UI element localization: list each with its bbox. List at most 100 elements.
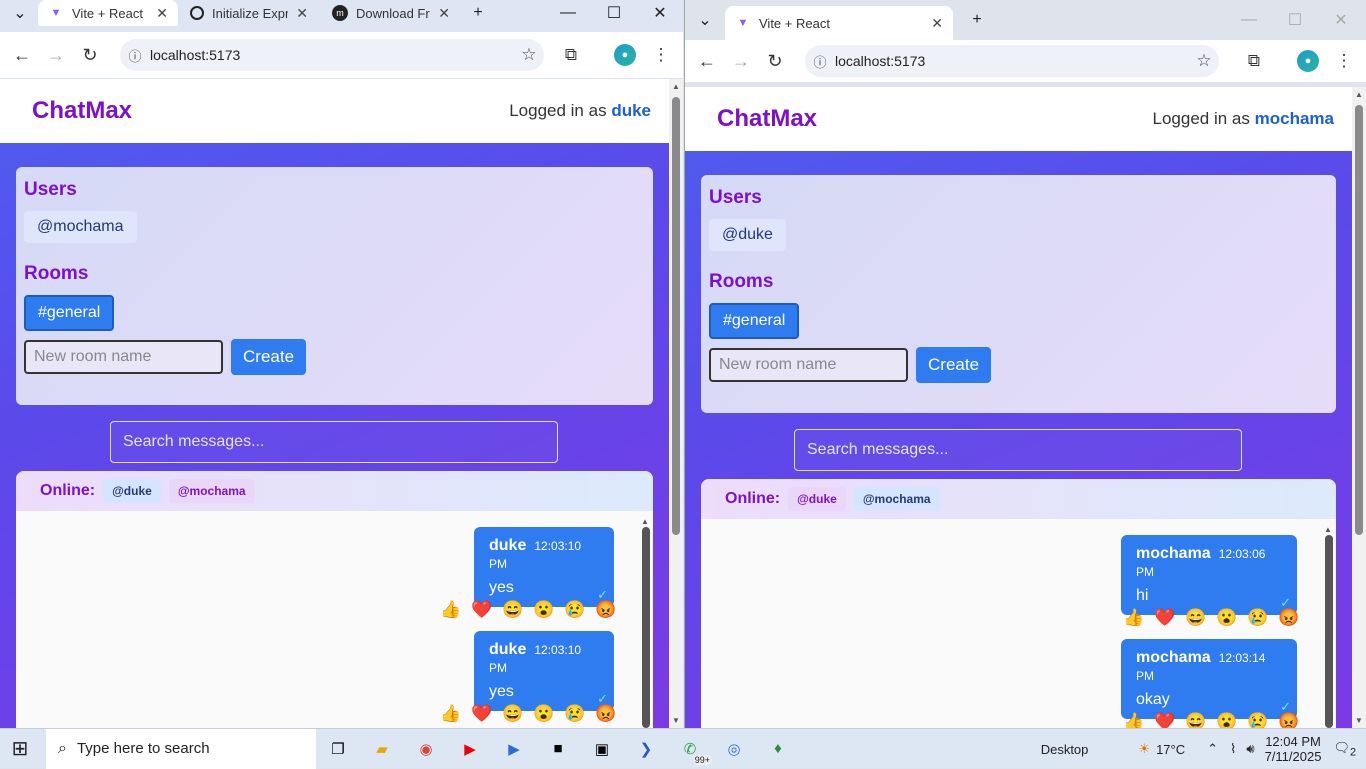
- create-room-button[interactable]: Create: [916, 347, 991, 383]
- laugh-icon[interactable]: 😄: [502, 704, 520, 724]
- address-bar[interactable]: ⓘ localhost:5173 ☆: [120, 39, 544, 71]
- close-tab-icon[interactable]: ✕: [931, 15, 943, 32]
- tray-overflow-icon[interactable]: ⌃: [1207, 741, 1218, 757]
- new-room-form: New room name Create: [709, 347, 1328, 383]
- tab-download[interactable]: m Download Fr ✕: [322, 0, 460, 26]
- back-icon[interactable]: ←: [5, 38, 39, 72]
- sad-icon[interactable]: 😢: [1247, 608, 1265, 628]
- menu-icon[interactable]: ⋮: [646, 40, 676, 70]
- search-messages-input[interactable]: Search messages...: [110, 421, 558, 463]
- menu-icon[interactable]: ⋮: [1329, 46, 1359, 76]
- minimize-icon[interactable]: —: [548, 0, 588, 26]
- close-tab-icon[interactable]: ✕: [296, 5, 308, 22]
- weather-temp[interactable]: 17°C: [1156, 742, 1185, 757]
- new-room-input[interactable]: New room name: [709, 348, 908, 382]
- zoom-icon[interactable]: ◎: [712, 729, 756, 769]
- media-app-icon[interactable]: ▶: [492, 729, 536, 769]
- sad-icon[interactable]: 😢: [564, 600, 582, 620]
- site-info-icon[interactable]: ⓘ: [805, 52, 835, 71]
- angry-icon[interactable]: 😡: [1278, 712, 1296, 728]
- message-scrollbar[interactable]: ▲: [1324, 525, 1334, 728]
- new-tab-icon[interactable]: +: [957, 7, 997, 33]
- angry-icon[interactable]: 😡: [595, 600, 613, 620]
- maximize-icon[interactable]: ☐: [594, 0, 634, 26]
- extensions-icon[interactable]: ⧉: [1239, 46, 1269, 76]
- search-messages-input[interactable]: Search messages...: [794, 429, 1242, 471]
- bookmark-star-icon[interactable]: ☆: [514, 45, 544, 65]
- user-chip[interactable]: @duke: [709, 219, 786, 251]
- sad-icon[interactable]: 😢: [1247, 712, 1265, 728]
- tab-vite-react[interactable]: ▼ Vite + React ✕: [38, 0, 178, 26]
- user-chip[interactable]: @mochama: [24, 211, 137, 243]
- close-window-icon[interactable]: ✕: [1321, 7, 1361, 33]
- laugh-icon[interactable]: 😄: [1185, 712, 1203, 728]
- volume-icon[interactable]: 🔊︎: [1246, 741, 1254, 757]
- address-bar[interactable]: ⓘ localhost:5173 ☆: [805, 45, 1219, 77]
- room-button-general[interactable]: #general: [709, 303, 799, 339]
- forward-icon[interactable]: →: [724, 44, 758, 78]
- maximize-icon[interactable]: ☐: [1275, 7, 1315, 33]
- heart-icon[interactable]: ❤️: [1154, 712, 1172, 728]
- laugh-icon[interactable]: 😄: [1185, 608, 1203, 628]
- reload-icon[interactable]: ↻: [758, 44, 792, 78]
- angry-icon[interactable]: 😡: [595, 704, 613, 724]
- site-info-icon[interactable]: ⓘ: [120, 46, 150, 65]
- heart-icon[interactable]: ❤️: [471, 600, 489, 620]
- back-icon[interactable]: ←: [690, 44, 724, 78]
- desktop-toolbar[interactable]: Desktop: [1041, 742, 1089, 757]
- message-scrollbar[interactable]: ▲: [641, 517, 651, 728]
- thumbs-up-icon[interactable]: 👍: [1123, 712, 1141, 728]
- start-icon[interactable]: ⊞: [0, 729, 40, 769]
- sad-icon[interactable]: 😢: [564, 704, 582, 724]
- laugh-icon[interactable]: 😄: [502, 600, 520, 620]
- create-room-button[interactable]: Create: [231, 339, 306, 375]
- forward-icon[interactable]: →: [39, 38, 73, 72]
- bookmark-star-icon[interactable]: ☆: [1189, 51, 1219, 71]
- clock[interactable]: 12:04 PM7/11/2025: [1265, 734, 1322, 764]
- angry-icon[interactable]: 😡: [1278, 608, 1296, 628]
- tab-initialize-express[interactable]: Initialize Expr ✕: [180, 0, 318, 26]
- chrome-icon[interactable]: ◉: [404, 729, 448, 769]
- thumbs-up-icon[interactable]: 👍: [1123, 608, 1141, 628]
- close-window-icon[interactable]: ✕: [640, 0, 680, 26]
- openai-icon: [190, 6, 204, 20]
- close-tab-icon[interactable]: ✕: [438, 5, 450, 22]
- terminal-icon[interactable]: ▣: [580, 729, 624, 769]
- tab-search-icon[interactable]: ⌄: [0, 0, 40, 26]
- capcut-icon[interactable]: ■: [536, 729, 580, 769]
- profile-avatar[interactable]: ●: [614, 44, 636, 66]
- page-scrollbar[interactable]: ▲ ▼: [669, 79, 683, 728]
- wow-icon[interactable]: 😮: [1216, 608, 1234, 628]
- notifications-icon[interactable]: 🗨︎2: [1333, 740, 1356, 759]
- heart-icon[interactable]: ❤️: [1154, 608, 1172, 628]
- reload-icon[interactable]: ↻: [73, 38, 107, 72]
- room-button-general[interactable]: #general: [24, 295, 114, 331]
- new-room-input[interactable]: New room name: [24, 340, 223, 374]
- wow-icon[interactable]: 😮: [533, 600, 551, 620]
- reaction-bar: 👍 ❤️ 😄 😮 😢 😡: [1123, 608, 1296, 628]
- file-explorer-icon[interactable]: ▰: [360, 729, 404, 769]
- task-view-icon[interactable]: ❐: [316, 729, 360, 769]
- minimize-icon[interactable]: —: [1229, 7, 1269, 33]
- new-tab-icon[interactable]: +: [458, 0, 498, 26]
- taskbar-search[interactable]: ⌕ Type here to search: [46, 729, 316, 769]
- mongodb-icon[interactable]: ♦: [756, 729, 800, 769]
- tab-strip: ⌄ ▼ Vite + React ✕ + — ☐ ✕: [685, 0, 1366, 40]
- tab-search-icon[interactable]: ⌄: [687, 7, 723, 33]
- close-tab-icon[interactable]: ✕: [156, 5, 168, 22]
- powershell-icon[interactable]: ❯: [624, 729, 668, 769]
- youtube-icon[interactable]: ▶: [448, 729, 492, 769]
- profile-avatar[interactable]: ●: [1297, 50, 1319, 72]
- thumbs-up-icon[interactable]: 👍: [440, 600, 458, 620]
- whatsapp-icon[interactable]: ✆99+: [668, 729, 712, 769]
- network-icon[interactable]: ⌇: [1230, 741, 1236, 757]
- heart-icon[interactable]: ❤️: [471, 704, 489, 724]
- page-scrollbar[interactable]: ▲ ▼: [1352, 87, 1366, 728]
- search-icon: ⌕: [58, 740, 67, 758]
- wow-icon[interactable]: 😮: [1216, 712, 1234, 728]
- tab-vite-react[interactable]: ▼ Vite + React ✕: [725, 6, 953, 40]
- message-sender: duke: [489, 537, 526, 554]
- wow-icon[interactable]: 😮: [533, 704, 551, 724]
- thumbs-up-icon[interactable]: 👍: [440, 704, 458, 724]
- extensions-icon[interactable]: ⧉: [556, 40, 586, 70]
